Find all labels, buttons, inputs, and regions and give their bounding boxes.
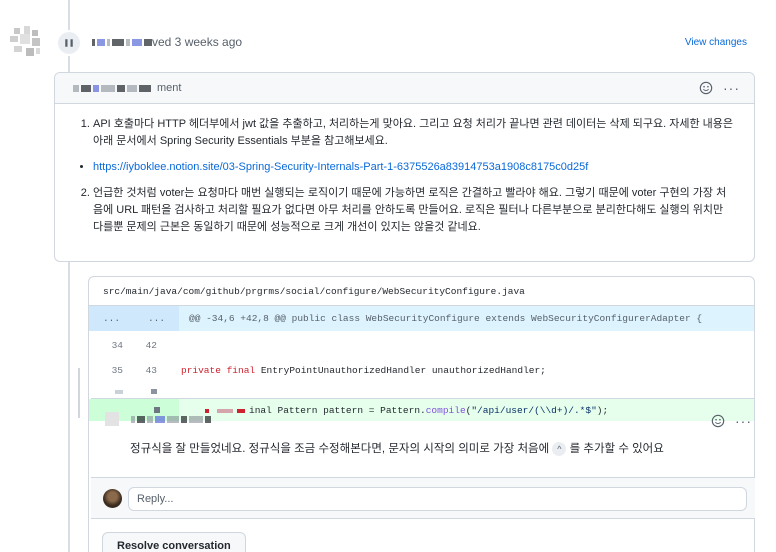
file-path[interactable]: src/main/java/com/github/prgrms/social/c… [89,277,754,306]
current-user-avatar[interactable] [103,489,122,508]
inline-comment-text: 정규식을 잘 만들었네요. 정규식을 조금 수정해본다면, 문자의 시작의 의미… [130,441,664,456]
review-header-text: ved 3 weeks ago [152,35,243,49]
expand-up-button[interactable]: ... [89,313,134,324]
expand-down-button[interactable]: ... [134,313,179,324]
inline-comment-author [105,412,211,426]
commenter-name-blurred [73,84,151,92]
reviewer-name-blurred[interactable] [92,38,152,46]
diff-line: 35 43 private final EntryPointUnauthoriz… [89,358,754,383]
inline-comment-actions: ··· [711,414,752,428]
old-line-number[interactable]: 34 [95,340,123,351]
diff-line: 34 42 [89,333,754,358]
new-line-number[interactable]: 42 [129,340,157,351]
hunk-header-row: ... ... @@ -34,6 +42,8 @@ public class W… [89,306,754,331]
inline-comment-divider [91,398,755,399]
thread-left-bar [78,368,80,418]
review-point-1: API 호출마다 HTTP 헤더부에서 jwt 값을 추출하고, 처리하는게 맞… [93,116,736,150]
hunk-header: @@ -34,6 +42,8 @@ public class WebSecuri… [189,313,703,324]
more-options-icon[interactable]: ··· [735,414,752,428]
caret-code-chip: ^ [552,441,567,456]
smiley-icon[interactable] [699,81,713,95]
old-line-number[interactable]: 35 [95,365,123,376]
review-body: API 호출마다 HTTP 헤더부에서 jwt 값을 추출하고, 처리하는게 맞… [55,104,754,236]
smiley-icon[interactable] [711,414,725,428]
resolve-conversation-button[interactable]: Resolve conversation [102,532,246,552]
reply-input[interactable]: Reply... [128,487,747,511]
review-box-header: ment ··· [55,73,754,104]
diff-line-blurred [89,383,754,399]
reference-link-item: https://iyboklee.notion.site/03-Spring-S… [93,159,736,176]
reply-row: Reply... [91,477,755,519]
view-changes-link[interactable]: View changes [685,37,747,48]
new-line-number[interactable]: 43 [129,365,157,376]
inline-comment-author-blurred[interactable] [131,415,211,423]
review-eye-icon [56,30,82,56]
notion-doc-link[interactable]: https://iyboklee.notion.site/03-Spring-S… [93,161,588,173]
more-options-icon[interactable]: ··· [723,81,740,95]
review-point-2: 언급한 것처럼 voter는 요청마다 매번 실행되는 로직이기 때문에 가능하… [93,185,736,236]
added-code-line: inal Pattern pattern = Pattern.compile("… [179,405,608,416]
review-comment-box: ment ··· API 호출마다 HTTP 헤더부에서 jwt 값을 추출하고… [54,72,755,262]
code-line: private final EntryPointUnauthorizedHand… [181,365,546,376]
review-header: ved 3 weeks ago [92,35,242,49]
reviewer-avatar[interactable] [6,22,46,62]
review-box-header-text: ment [157,82,182,94]
inline-comment-avatar[interactable] [105,412,119,426]
